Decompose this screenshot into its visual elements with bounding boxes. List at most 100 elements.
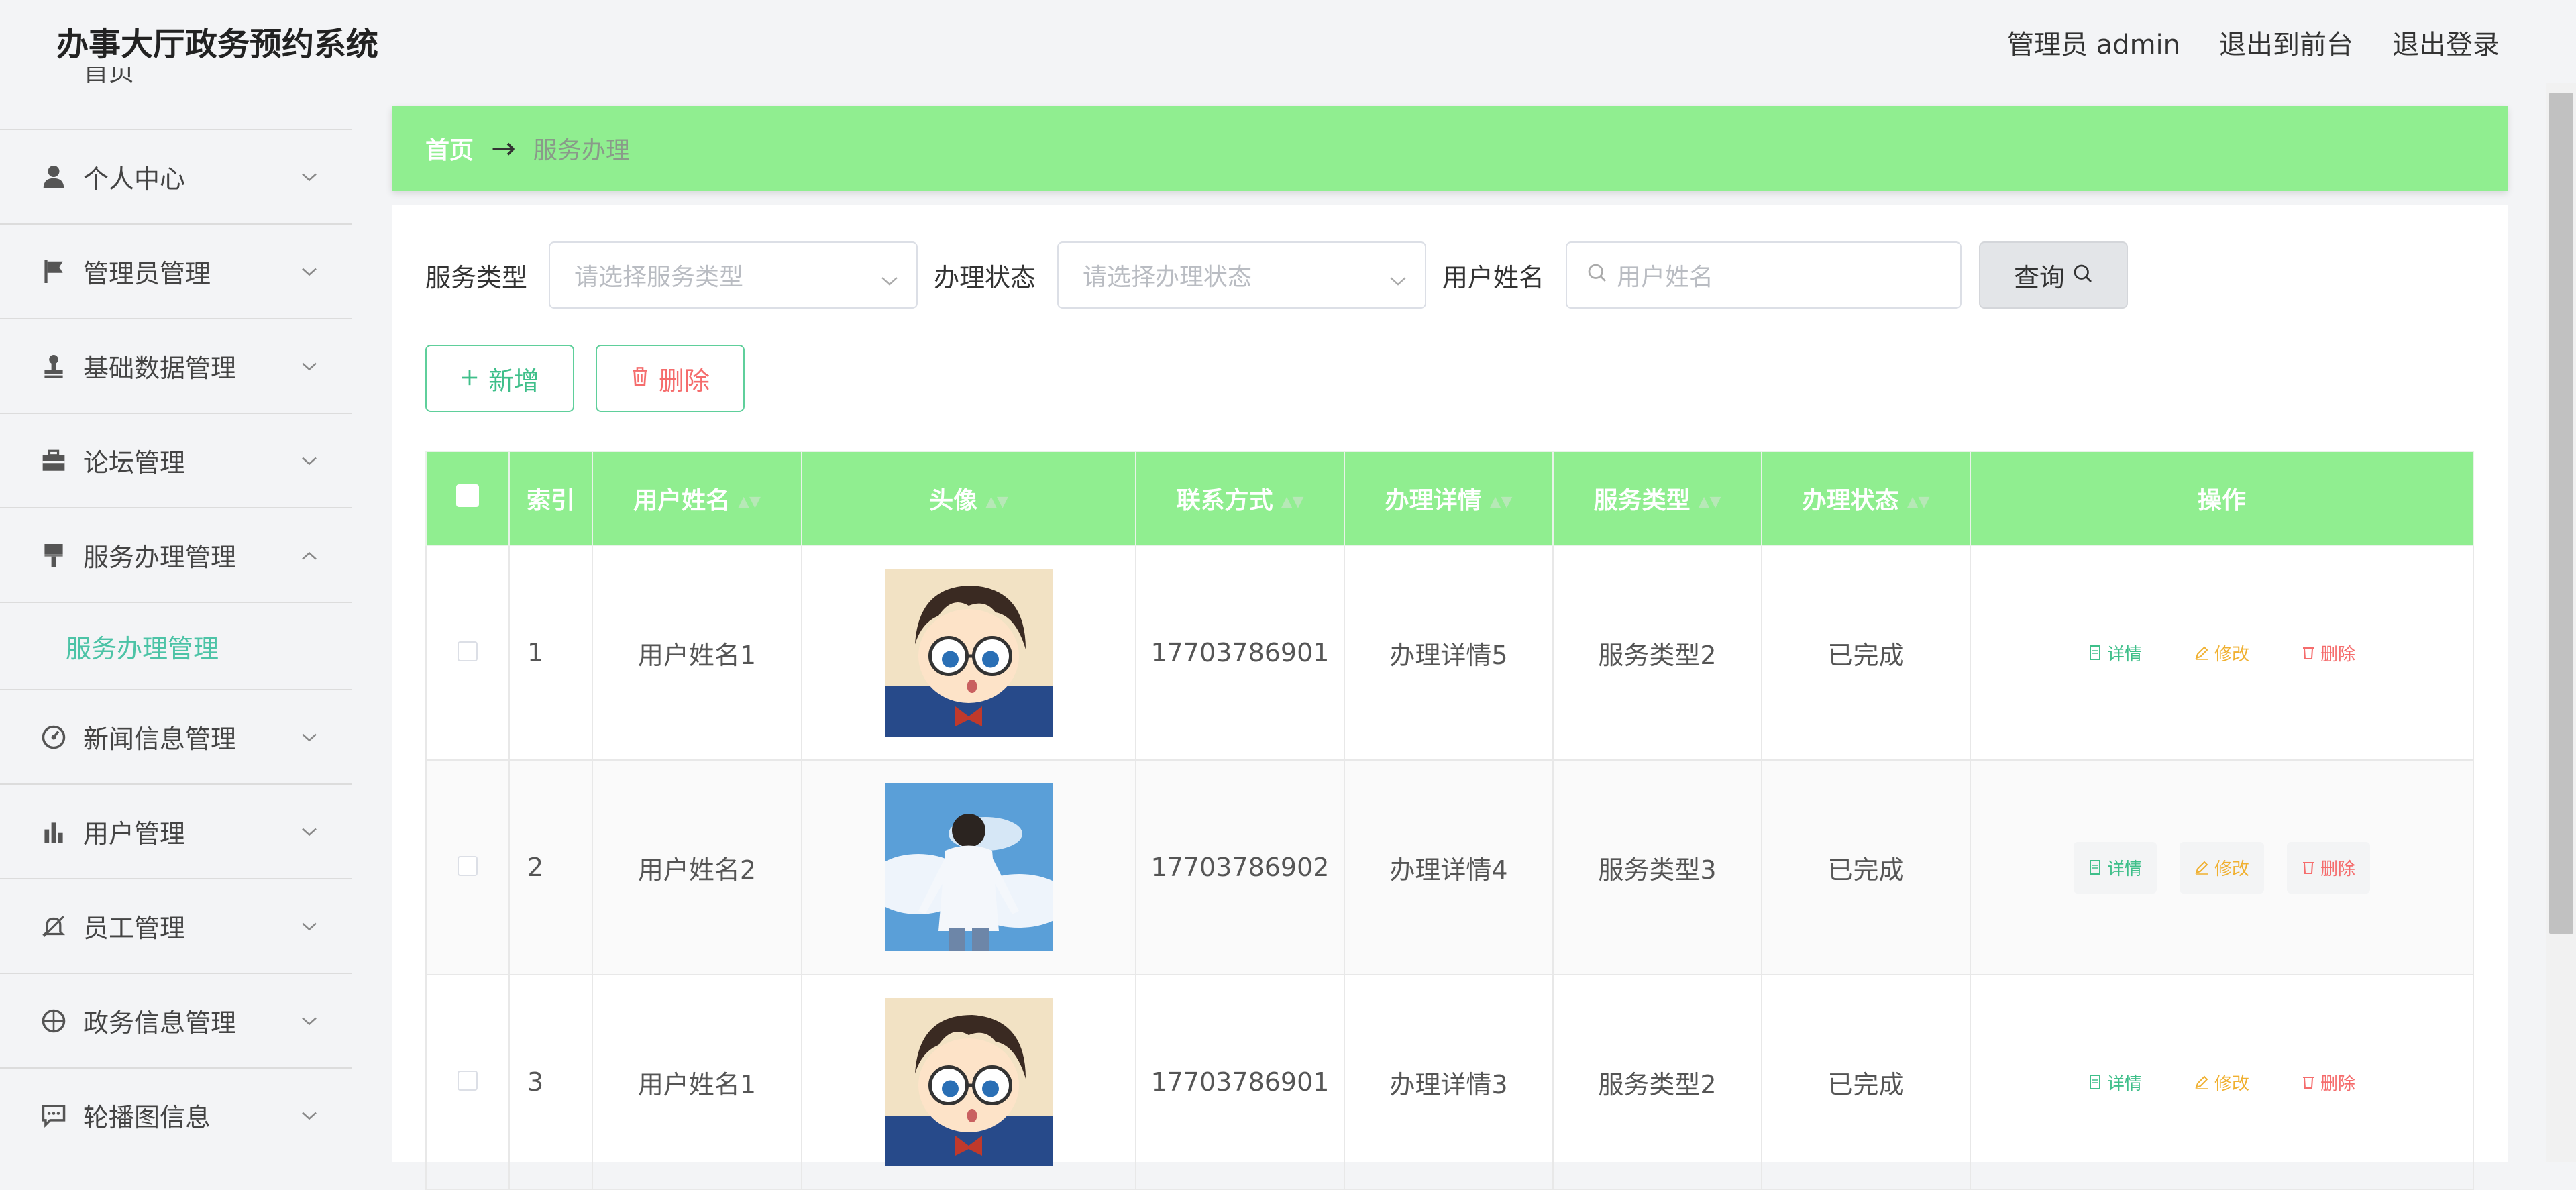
- column-header-username[interactable]: 用户姓名 ▲▼: [592, 451, 802, 546]
- table-row: 1 用户姓名1 17703786901 办理详情5 服务类型2 已完成 详情 修…: [425, 545, 2474, 761]
- flag-icon: [39, 257, 68, 286]
- admin-user-label[interactable]: 管理员 admin: [2007, 23, 2180, 62]
- query-button[interactable]: 查询: [1979, 241, 2129, 309]
- service-type-label: 服务类型: [425, 262, 528, 292]
- cell-status: 已完成: [1761, 545, 1971, 761]
- sort-icon: ▲▼: [985, 493, 1008, 510]
- sidebar-menu: 首页 个人中心 管理员管理 基础数据管理 论坛管理 服务办理管理 服务办理管理 …: [0, 67, 352, 1162]
- column-header-phone[interactable]: 联系方式 ▲▼: [1135, 451, 1345, 546]
- column-header-service-type[interactable]: 服务类型 ▲▼: [1552, 451, 1762, 546]
- delete-row-button[interactable]: 删除: [2287, 841, 2371, 894]
- sidebar-item-gov-info[interactable]: 政务信息管理: [0, 974, 352, 1069]
- sidebar-item-base-data[interactable]: 基础数据管理: [0, 319, 352, 414]
- cell-phone: 17703786901: [1135, 974, 1345, 1190]
- service-table: 索引 用户姓名 ▲▼ 头像 ▲▼ 联系方式 ▲▼ 办理详情 ▲▼ 服务类型 ▲▼ 办理状态…: [425, 451, 2474, 1190]
- sidebar-item-admin-management[interactable]: 管理员管理: [0, 225, 352, 319]
- row-checkbox[interactable]: [458, 641, 478, 661]
- cell-service-type: 服务类型2: [1552, 545, 1762, 761]
- cell-index: 3: [508, 974, 593, 1190]
- sidebar-item-label: 轮播图信息: [83, 1103, 211, 1132]
- chevron-down-icon: [301, 254, 318, 283]
- sidebar-item-label: 政务信息管理: [83, 1008, 237, 1038]
- scrollbar-thumb[interactable]: [2549, 93, 2573, 934]
- username-label: 用户姓名: [1442, 262, 1545, 292]
- username-search-input[interactable]: 用户姓名: [1566, 241, 1962, 309]
- row-checkbox[interactable]: [458, 1071, 478, 1091]
- service-type-select[interactable]: 请选择服务类型: [549, 241, 918, 309]
- add-button-label: 新增: [488, 366, 539, 396]
- sidebar-item-carousel[interactable]: 轮播图信息: [0, 1069, 352, 1162]
- cell-status: 已完成: [1761, 759, 1971, 975]
- edit-button[interactable]: 修改: [2179, 841, 2264, 894]
- delete-row-button[interactable]: 删除: [2287, 627, 2370, 679]
- chevron-down-icon: [301, 814, 318, 843]
- sidebar-item-service-management[interactable]: 服务办理管理: [0, 508, 352, 603]
- chevron-up-icon: [301, 537, 318, 567]
- cell-avatar: [801, 545, 1136, 761]
- sidebar-item-users[interactable]: 用户管理: [0, 785, 352, 879]
- detail-button[interactable]: 详情: [2074, 627, 2157, 679]
- status-select[interactable]: 请选择办理状态: [1057, 241, 1427, 309]
- sidebar-item-label: 个人中心: [83, 164, 186, 194]
- chevron-down-icon: [301, 1097, 318, 1127]
- cell-phone: 17703786901: [1135, 545, 1345, 761]
- sidebar-item-news[interactable]: 新闻信息管理: [0, 690, 352, 785]
- sidebar-item-label: 论坛管理: [83, 448, 186, 478]
- breadcrumb: 首页 → 服务办理: [392, 106, 2508, 191]
- service-type-placeholder: 请选择服务类型: [574, 264, 744, 291]
- detail-button[interactable]: 详情: [2074, 1057, 2157, 1108]
- select-all-cell: [425, 451, 510, 546]
- column-header-avatar[interactable]: 头像 ▲▼: [801, 451, 1136, 546]
- add-button[interactable]: 新增: [425, 345, 574, 412]
- delete-button-label: 删除: [658, 366, 710, 396]
- bell-off-icon: [39, 912, 68, 941]
- cell-status: 已完成: [1761, 974, 1971, 1190]
- cell-phone: 17703786902: [1135, 759, 1345, 975]
- sidebar-item-personal-center[interactable]: 个人中心: [0, 130, 352, 225]
- sidebar-item-staff[interactable]: 员工管理: [0, 879, 352, 974]
- edit-button[interactable]: 修改: [2180, 627, 2264, 679]
- sidebar-subitem-service-management[interactable]: 服务办理管理: [0, 603, 352, 690]
- chevron-down-icon: [301, 443, 318, 472]
- chevron-down-icon: [301, 348, 318, 378]
- chevron-down-icon: [301, 719, 318, 749]
- trash-icon: [2303, 647, 2314, 659]
- breadcrumb-home-link[interactable]: 首页: [425, 131, 474, 166]
- row-checkbox[interactable]: [458, 856, 478, 876]
- query-button-label: 查询: [2014, 262, 2065, 292]
- batch-delete-button[interactable]: 删除: [596, 345, 745, 412]
- action-buttons: 新增 删除: [425, 345, 745, 412]
- column-header-status[interactable]: 办理状态 ▲▼: [1761, 451, 1971, 546]
- sidebar-item-label: 首页: [83, 67, 135, 87]
- column-header-detail[interactable]: 办理详情 ▲▼: [1344, 451, 1554, 546]
- logout-link[interactable]: 退出登录: [2392, 23, 2500, 62]
- cell-avatar: [801, 759, 1136, 975]
- breadcrumb-current: 服务办理: [533, 137, 630, 164]
- cell-detail: 办理详情5: [1344, 545, 1554, 761]
- sidebar-item-forum[interactable]: 论坛管理: [0, 414, 352, 508]
- document-icon: [2089, 860, 2100, 875]
- table-header-row: 索引 用户姓名 ▲▼ 头像 ▲▼ 联系方式 ▲▼ 办理详情 ▲▼ 服务类型 ▲▼ 办理状态…: [425, 451, 2474, 546]
- pencil-icon: [2195, 1075, 2208, 1089]
- trash-icon: [2303, 1077, 2314, 1089]
- detail-button[interactable]: 详情: [2073, 841, 2157, 894]
- chevron-down-icon: [1389, 266, 1407, 293]
- sidebar-item-label: 管理员管理: [83, 259, 211, 288]
- cell-service-type: 服务类型2: [1552, 974, 1762, 1190]
- header-links: 管理员 admin 退出到前台 退出登录: [2007, 23, 2500, 62]
- edit-button[interactable]: 修改: [2180, 1057, 2264, 1108]
- cell-avatar: [801, 974, 1136, 1190]
- sidebar-item-label: 服务办理管理: [83, 543, 237, 572]
- cell-index: 1: [508, 545, 593, 761]
- delete-row-button[interactable]: 删除: [2287, 1057, 2370, 1108]
- bar-chart-icon: [39, 817, 68, 847]
- cell-index: 2: [508, 759, 593, 975]
- sort-icon: ▲▼: [1281, 493, 1304, 510]
- select-all-checkbox[interactable]: [456, 484, 479, 507]
- page-scrollbar[interactable]: [2546, 83, 2576, 1162]
- column-header-index: 索引: [508, 451, 593, 546]
- avatar-image: [885, 998, 1053, 1166]
- sidebar-item-home[interactable]: 首页: [0, 67, 352, 130]
- app-title: 办事大厅政务预约系统: [56, 25, 379, 63]
- exit-to-front-link[interactable]: 退出到前台: [2219, 23, 2353, 62]
